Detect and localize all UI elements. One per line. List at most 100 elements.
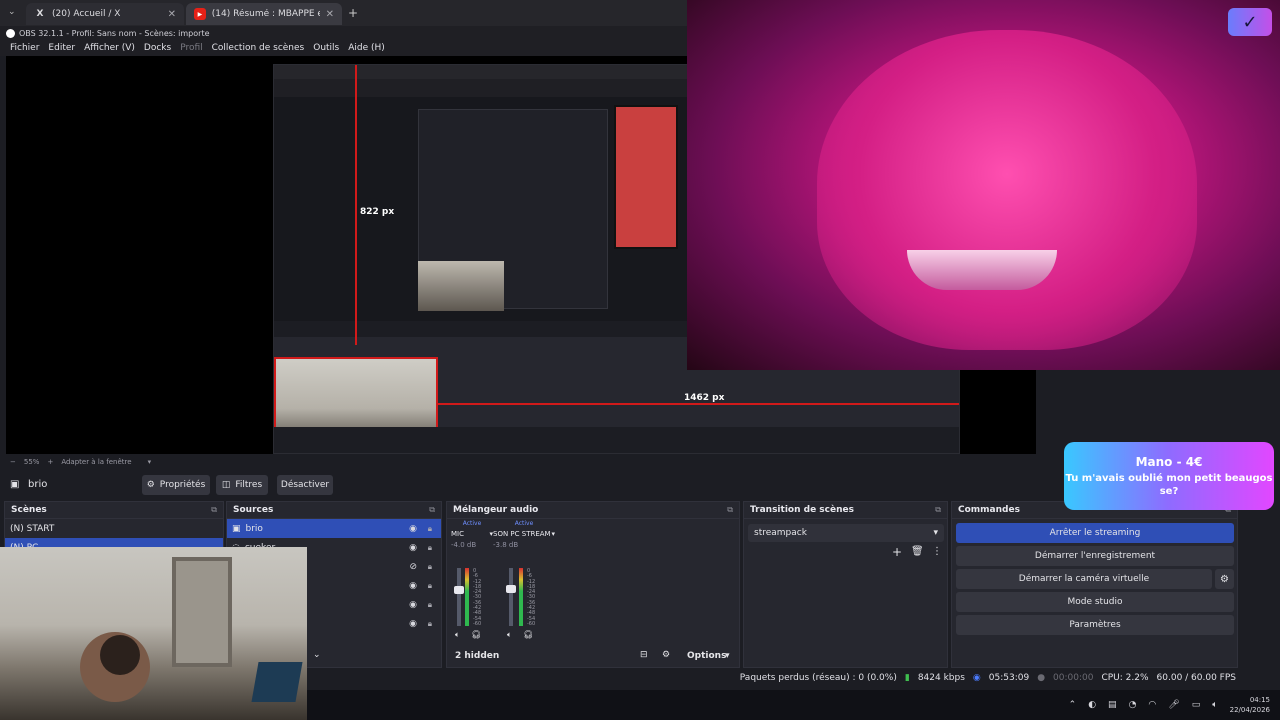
zoom-mode-select[interactable]: Adapter à la fenêtre [61, 458, 131, 466]
hidden-count: 2 hidden [455, 651, 500, 661]
source-item-selected[interactable]: ▣ brio ◉ 🔒︎ [227, 519, 441, 538]
start-recording-button[interactable]: Démarrer l'enregistrement [956, 546, 1234, 566]
dock-float-icon[interactable]: ⧉ [429, 505, 435, 515]
tray-app-icon[interactable]: ◐ [1088, 700, 1096, 710]
menu-help[interactable]: Aide (H) [348, 43, 385, 53]
more-menu-icon[interactable]: ⋮ [932, 546, 942, 557]
menu-profile[interactable]: Profil [180, 43, 202, 53]
nested-webcam-thumb [418, 261, 504, 311]
channel-status: Active [462, 520, 482, 527]
visibility-eye-icon[interactable]: ◉ [409, 619, 417, 629]
headphones-shape [100, 635, 140, 675]
tray-app-icon[interactable]: ▤ [1108, 700, 1117, 710]
visibility-eye-icon[interactable]: ◉ [409, 581, 417, 591]
menu-edit[interactable]: Editer [48, 43, 75, 53]
menu-docks[interactable]: Docks [144, 43, 171, 53]
meter-scale: 0 -6 -12 -18 -24 -30 -36 -42 -48 -54 -60 [527, 568, 536, 627]
lock-icon[interactable]: 🔒︎ [428, 581, 432, 591]
start-virtual-camera-button[interactable]: Démarrer la caméra virtuelle [956, 569, 1212, 589]
stop-streaming-button[interactable]: Arrêter le streaming [956, 523, 1234, 543]
sources-more-chevron-icon[interactable]: ⌄ [313, 650, 321, 660]
dock-float-icon[interactable]: ⧉ [727, 505, 733, 515]
volume-icon[interactable]: 🔈︎ [1212, 700, 1217, 710]
trash-icon[interactable]: 🗑︎ [911, 546, 924, 557]
settings-button[interactable]: Paramètres [956, 615, 1234, 635]
audio-mixer-dock: Mélangeur audio ⧉ Active MIC ▾ -4.0 dB 0-… [446, 501, 740, 668]
lock-icon[interactable]: 🔒︎ [428, 562, 432, 572]
commands-title: Commandes [958, 505, 1020, 515]
record-time: 00:00:00 [1053, 673, 1094, 683]
meter-tick: -30 [473, 594, 482, 601]
scenes-title: Scènes [11, 505, 47, 515]
lock-icon[interactable]: 🔒︎ [428, 619, 432, 629]
audio-level-meter [465, 568, 469, 626]
dock-float-icon[interactable]: ⧉ [935, 505, 941, 515]
browser-tab-x[interactable]: X (20) Accueil / X ✕ [26, 3, 184, 25]
x-logo-icon: X [36, 9, 44, 19]
network-icon[interactable]: ▭ [1192, 700, 1201, 710]
channel-menu-icon[interactable]: ▾ [551, 530, 555, 538]
laptop-shape [251, 662, 303, 702]
close-tab-icon[interactable]: ✕ [326, 9, 334, 20]
zoom-mode-dropdown-icon[interactable]: ▾ [148, 458, 152, 466]
virtual-camera-settings-icon[interactable]: ⚙ [1215, 569, 1234, 589]
zoom-in-icon[interactable]: + [47, 458, 53, 466]
checkmark-badge-icon: ✓ [1228, 8, 1272, 36]
dock-float-icon[interactable]: ⧉ [211, 505, 217, 515]
transition-dock-header: Transition de scènes ⧉ [744, 502, 947, 519]
layout-toggle-icon[interactable]: ⊟ [640, 650, 648, 660]
options-dropdown-icon[interactable]: ▾ [725, 651, 730, 661]
lock-icon[interactable]: 🔒︎ [428, 524, 432, 534]
visibility-eye-icon[interactable]: ◉ [409, 600, 417, 610]
menu-tools[interactable]: Outils [313, 43, 339, 53]
selected-source-name: brio [28, 479, 48, 490]
speaker-icon[interactable]: 🔈︎ [507, 630, 512, 640]
tab-list-chevron-icon[interactable]: ⌄ [8, 7, 16, 17]
lock-icon[interactable]: 🔒︎ [428, 543, 432, 553]
add-transition-icon[interactable]: + [892, 545, 902, 559]
volume-fader[interactable] [457, 568, 461, 626]
volume-fader-knob[interactable] [454, 586, 464, 595]
speaker-icon[interactable]: 🔈︎ [455, 630, 460, 640]
transition-select[interactable]: streampack ▾ [748, 524, 944, 542]
microphone-icon[interactable]: 🎤︎ [1168, 700, 1179, 710]
properties-label: Propriétés [159, 480, 206, 490]
height-measure-label: 822 px [360, 207, 395, 217]
scene-item[interactable]: (N) START [5, 519, 223, 538]
mixer-channel-son-pc: Active SON PC STREAM ▾ -3.8 dB 0 -6 -12 -18-… [493, 520, 555, 648]
advanced-audio-icon[interactable]: ⚙ [662, 650, 670, 660]
volume-fader-knob[interactable] [506, 584, 516, 593]
headphones-icon[interactable]: 🎧︎ [523, 630, 533, 639]
menu-scene-collection[interactable]: Collection de scènes [212, 43, 305, 53]
tray-app-icon[interactable]: ◔ [1129, 700, 1137, 710]
audio-level-meter [519, 568, 523, 626]
start-recording-label: Démarrer l'enregistrement [1034, 551, 1156, 561]
volume-fader[interactable] [509, 568, 513, 626]
smile-highlight [907, 250, 1057, 290]
visibility-eye-icon[interactable]: ◉ [409, 543, 417, 553]
filter-icon: ◫ [221, 480, 231, 490]
headphones-icon[interactable]: 🎧︎ [471, 630, 481, 639]
properties-button[interactable]: ⚙ Propriétés [142, 475, 210, 495]
wifi-icon[interactable]: ◠ [1148, 700, 1156, 710]
filters-button[interactable]: ◫ Filtres [216, 475, 268, 495]
studio-mode-button[interactable]: Mode studio [956, 592, 1234, 612]
lock-icon[interactable]: 🔒︎ [428, 600, 432, 610]
system-clock[interactable]: 04:15 22/04/2026 [1230, 695, 1270, 715]
webcam-overlay-large [687, 0, 1280, 370]
close-tab-icon[interactable]: ✕ [168, 9, 176, 20]
zoom-out-icon[interactable]: − [10, 458, 16, 466]
channel-name: SON PC STREAM [493, 530, 551, 538]
new-tab-button[interactable]: + [348, 6, 358, 20]
menu-view[interactable]: Afficher (V) [84, 43, 135, 53]
meter-tick: -60 [527, 620, 536, 627]
browser-tab-youtube[interactable]: ▶ (14) Résumé : MBAPPÉ et VINI ✕ [186, 3, 342, 25]
tray-expand-icon[interactable]: ⌃ [1069, 700, 1077, 710]
settings-label: Paramètres [1069, 620, 1121, 630]
menu-file[interactable]: Fichier [10, 43, 39, 53]
mixer-options-button[interactable]: Options [687, 651, 726, 661]
deactivate-button[interactable]: Désactiver [277, 475, 333, 495]
visibility-hidden-icon[interactable]: ⊘ [409, 562, 417, 572]
mixer-title: Mélangeur audio [453, 505, 539, 515]
visibility-eye-icon[interactable]: ◉ [409, 524, 417, 534]
